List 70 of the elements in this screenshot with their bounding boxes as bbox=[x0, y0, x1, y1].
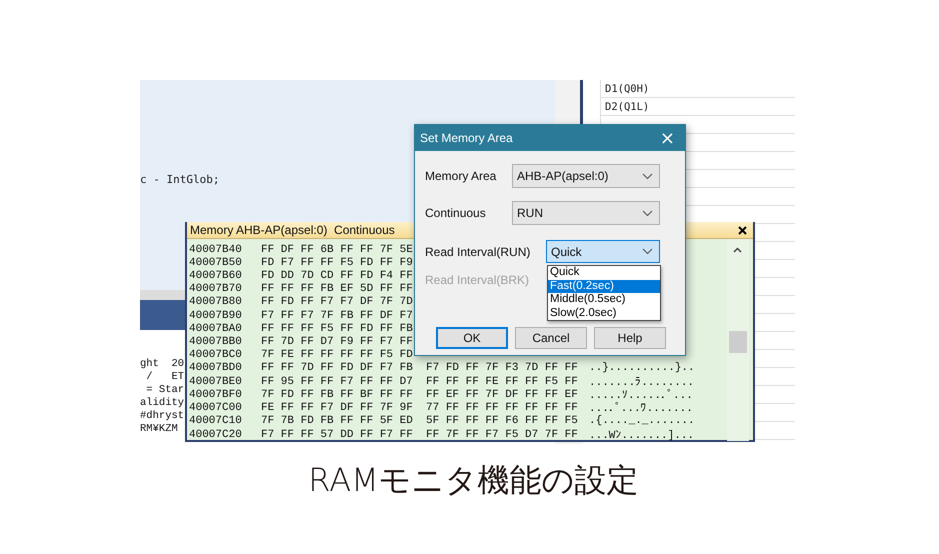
memory-bytes: FF FF FF F5 FF FD FF FB bbox=[261, 322, 413, 335]
memory-ascii: .{...._._....... bbox=[589, 415, 695, 428]
console-line: ght 20 bbox=[140, 358, 186, 371]
memory-bytes: FE FF FF F7 DF FF 7F 9F 77 FF FF FF FF FF FF FF bbox=[261, 402, 578, 414]
console-line: = Star bbox=[145, 384, 186, 397]
memory-bytes: FD F7 FF FF F5 FD FF F9 bbox=[261, 256, 413, 269]
console-line: #dhryst bbox=[140, 410, 186, 423]
dropdown-option[interactable]: Slow(2.0sec) bbox=[548, 306, 660, 320]
dropdown-option[interactable]: Fast(0.2sec) bbox=[548, 280, 660, 294]
scrollbar[interactable] bbox=[727, 239, 749, 441]
dropdown-option[interactable]: Middle(0.5sec) bbox=[548, 293, 660, 307]
dropdown-field[interactable]: AHB-AP(apsel:0) bbox=[512, 164, 660, 188]
register-name: D2(Q1L) bbox=[605, 100, 650, 112]
memory-address: 40007B90 bbox=[189, 310, 242, 322]
memory-bytes: 7F FE FF FF FF FF F5 FD bbox=[261, 349, 413, 362]
memory-ascii: ..}..........}.. bbox=[589, 362, 695, 374]
memory-address: 40007C00 bbox=[189, 402, 242, 414]
memory-ascii: ...Wﾝ.......]... bbox=[589, 428, 694, 442]
register-name: D1(Q0H) bbox=[605, 82, 650, 94]
memory-address: 40007C10 bbox=[189, 415, 242, 428]
memory-address: 40007B60 bbox=[189, 270, 242, 282]
memory-address: 40007BD0 bbox=[189, 362, 242, 374]
memory-bytes: F7 FF FF 57 DD FF F7 FF FF 7F FF F7 F5 D7 7F FF bbox=[261, 428, 578, 441]
dropdown-option[interactable]: Quick bbox=[548, 266, 660, 280]
panel-toolbar bbox=[140, 290, 186, 300]
memory-bytes: FF 95 FF FF F7 FF FF D7 FF FF FF FE FF FF F5 FF bbox=[261, 376, 578, 388]
memory-bytes: 7F FD FF FB FF BF FF FF FF EF FF 7F DF FF FF EF bbox=[261, 389, 578, 402]
memory-bytes: FF DF FF 6B FF FF 7F 5E bbox=[261, 244, 413, 256]
memory-address: 40007C20 bbox=[189, 428, 242, 441]
dialog-title: Set Memory Area bbox=[420, 131, 513, 145]
memory-address: 40007B50 bbox=[189, 256, 242, 269]
scroll-thumb[interactable] bbox=[729, 331, 747, 353]
memory-bytes: FD DD 7D CD FF FD F4 FF bbox=[261, 270, 413, 282]
memory-bytes: FF FF 7D FF FD DF F7 FB F7 FD FF 7F F3 7D FF FF bbox=[261, 362, 578, 374]
memory-bytes: FF FD FF F7 F7 DF 7F 7D bbox=[261, 296, 413, 308]
memory-address: 40007B40 bbox=[189, 244, 242, 256]
memory-address: 40007BA0 bbox=[189, 322, 242, 335]
field-label: Read Interval(BRK) bbox=[425, 273, 530, 287]
console-line: / ET bbox=[145, 371, 186, 384]
memory-address: 40007BC0 bbox=[189, 349, 242, 362]
memory-bytes: FF 7D FF D7 F9 FF F7 FF bbox=[261, 336, 413, 348]
memory-ascii: .......ﾗ........ bbox=[589, 376, 694, 389]
memory-bytes: 7F 7B FD FB FF FF 5F ED 5F FF FF FF F6 FF FF F5 bbox=[261, 415, 578, 428]
dialog-button[interactable]: Cancel bbox=[515, 327, 587, 349]
memory-bytes: F7 FF F7 7F FB FF DF F7 bbox=[261, 310, 413, 322]
figure-caption: RAMモニタ機能の設定 bbox=[307, 460, 640, 501]
chevron-down-icon bbox=[642, 248, 653, 255]
dialog-button[interactable]: Help bbox=[594, 327, 666, 349]
dropdown-field[interactable]: RUN bbox=[512, 201, 660, 225]
code-line: c - IntGlob; bbox=[140, 173, 220, 186]
memory-address: 40007B70 bbox=[189, 283, 242, 296]
field-label: Memory Area bbox=[425, 169, 496, 183]
dialog-button[interactable]: OK bbox=[436, 327, 508, 349]
dropdown-field[interactable]: Quick bbox=[546, 240, 660, 263]
memory-address: 40007B80 bbox=[189, 296, 242, 308]
close-icon[interactable] bbox=[738, 226, 747, 234]
panel-header bbox=[140, 300, 186, 330]
field-label: Continuous bbox=[425, 206, 486, 220]
chevron-down-icon bbox=[642, 210, 653, 216]
memory-address: 40007BF0 bbox=[189, 389, 242, 402]
window-title: Memory AHB-AP(apsel:0) Continuous bbox=[190, 223, 395, 237]
close-button[interactable]: × bbox=[650, 128, 685, 148]
memory-bytes: FF FF FF FB EF 5D FF FF bbox=[261, 283, 413, 296]
scroll-up-icon[interactable] bbox=[733, 247, 742, 253]
console-line: RM¥KZM bbox=[140, 423, 179, 436]
memory-address: 40007BE0 bbox=[189, 376, 242, 388]
memory-address: 40007BB0 bbox=[189, 336, 242, 348]
chevron-down-icon bbox=[642, 172, 653, 180]
field-label: Read Interval(RUN) bbox=[425, 244, 530, 258]
console-line: alidity bbox=[140, 397, 186, 410]
